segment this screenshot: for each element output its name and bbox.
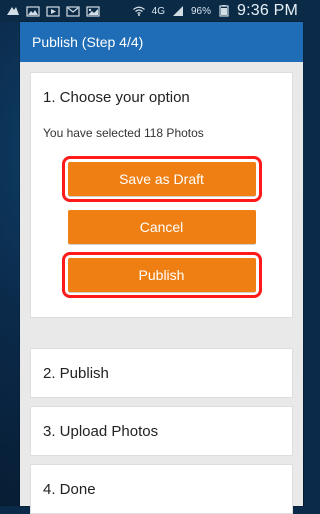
status-bar: 4G 96% 9:36 PM [0, 0, 304, 22]
save-as-draft-button[interactable]: Save as Draft [61, 156, 262, 202]
cancel-button[interactable]: Cancel [67, 210, 256, 244]
step-1-title: 1. Choose your option [43, 89, 190, 106]
title-bar: Publish (Step 4/4) [20, 22, 303, 62]
step-2-row[interactable]: 2. Publish [30, 348, 293, 398]
media-icon [46, 5, 60, 17]
selected-photos-text: You have selected 118 Photos [43, 126, 204, 140]
battery-percent: 96% [190, 5, 211, 17]
step-1-card: 1. Choose your option You have selected … [30, 72, 293, 318]
status-time: 9:36 PM [237, 2, 298, 19]
status-right: 4G 96% 9:36 PM [132, 2, 298, 20]
network-type-label: 4G [151, 5, 165, 17]
step-4-row[interactable]: 4. Done [30, 464, 293, 514]
step-3-title: 3. Upload Photos [43, 422, 159, 440]
image-icon [86, 5, 100, 17]
app-frame: Publish (Step 4/4) 1. Choose your option… [20, 22, 303, 514]
app-icon [6, 5, 20, 17]
publish-button[interactable]: Publish [61, 252, 262, 298]
step-2-title: 2. Publish [43, 364, 109, 382]
step-4-title: 4. Done [43, 480, 96, 498]
gallery-icon [26, 5, 40, 17]
step-3-row[interactable]: 3. Upload Photos [30, 406, 293, 456]
step-1-actions: Save as Draft Cancel Publish [43, 156, 280, 298]
signal-icon [171, 5, 185, 17]
gmail-icon [66, 5, 80, 17]
wifi-icon [132, 5, 146, 17]
battery-icon [217, 5, 231, 17]
status-left [6, 5, 100, 17]
page-title: Publish (Step 4/4) [32, 34, 144, 50]
main-content: 1. Choose your option You have selected … [20, 62, 303, 514]
